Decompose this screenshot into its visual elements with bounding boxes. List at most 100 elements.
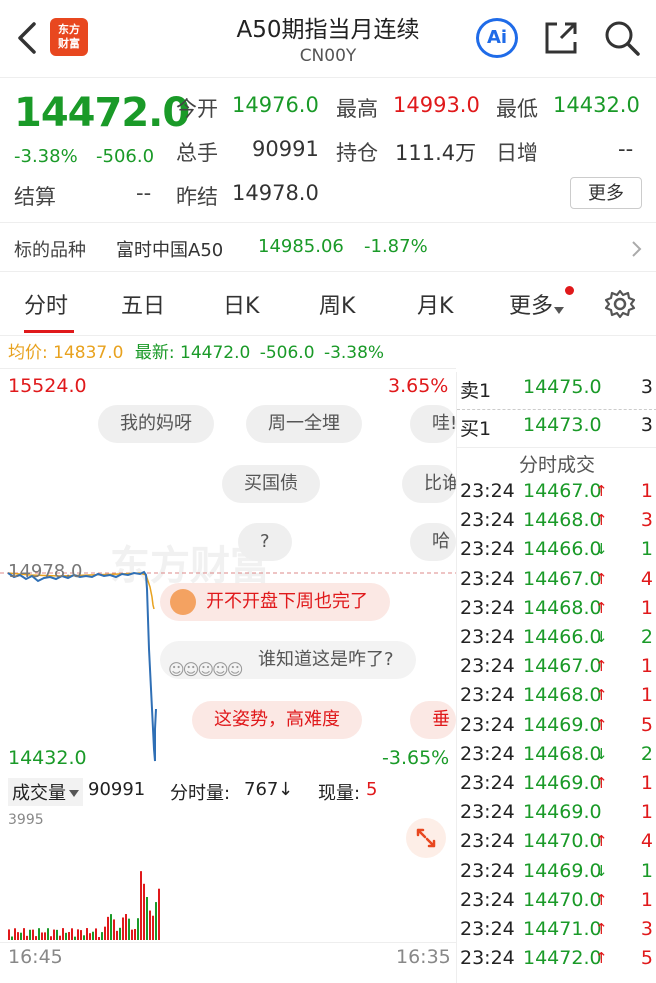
volume-bar: [38, 928, 40, 940]
volume-chart[interactable]: 3995: [0, 806, 456, 942]
open-interest-label: 持仓: [336, 141, 378, 165]
trade-direction: ↑: [595, 657, 608, 676]
trade-time: 23:24: [460, 859, 515, 882]
trade-price: 14467.0: [523, 655, 602, 678]
share-icon[interactable]: [541, 18, 581, 58]
volume-bar: [86, 928, 88, 940]
trade-price: 14468.0: [523, 684, 602, 707]
volume-bar: [41, 932, 43, 940]
bid-row[interactable]: 买1 14473.0 3: [457, 414, 656, 448]
daily-increase-value: --: [618, 137, 634, 161]
settings-gear-icon[interactable]: [604, 288, 636, 320]
page-title: A50期指当月连续: [236, 17, 420, 43]
trade-direction: ↑: [595, 569, 608, 588]
danmu-comment[interactable]: 买国债: [222, 465, 320, 503]
tick-volume-value: 767: [244, 779, 279, 800]
trade-row: 23:24 14471.0 ↑ 3: [457, 918, 656, 947]
bid-volume: 3: [640, 414, 653, 436]
more-quote-button[interactable]: 更多: [570, 177, 642, 209]
volume-bar: [128, 918, 130, 940]
avg-last-summary: 均价: 14837.0 最新: 14472.0 -506.0 -3.38%: [8, 338, 384, 363]
tab-daily-k[interactable]: 日K: [223, 288, 259, 320]
ask-label: 卖1: [460, 380, 492, 402]
volume-bar: [71, 928, 73, 940]
danmu-comment[interactable]: ☺☺☺☺☺ 谁知道这是咋了?: [160, 641, 416, 679]
trade-time: 23:24: [460, 509, 515, 532]
danmu-comment[interactable]: 我的妈呀: [98, 405, 214, 443]
volume-bar: [80, 930, 82, 940]
danmu-comment[interactable]: 哈: [410, 523, 456, 561]
trade-row: 23:24 14469.0 ↑ 5: [457, 714, 656, 743]
trade-price: 14470.0: [523, 830, 602, 853]
search-icon[interactable]: [602, 18, 642, 58]
trade-volume: 1: [640, 655, 653, 678]
trade-time: 23:24: [460, 713, 515, 736]
volume-bar: [65, 932, 67, 940]
back-arrow-icon[interactable]: [12, 20, 42, 56]
volume-bar: [26, 935, 28, 940]
trade-volume: 4: [640, 567, 653, 590]
volume-bar: [125, 914, 127, 940]
intraday-chart[interactable]: 东方财富 15524.0 3.65% 14978.0 14432.0 -3.65…: [0, 368, 456, 776]
danmu-comment[interactable]: 周一全埋: [246, 405, 362, 443]
trade-price: 14468.0: [523, 509, 602, 532]
eastmoney-logo: 东方 财富: [50, 18, 88, 56]
tab-intraday[interactable]: 分时: [24, 288, 68, 320]
tab-monthly-k[interactable]: 月K: [417, 288, 453, 320]
ask-row[interactable]: 卖1 14475.0 3: [457, 376, 656, 410]
trade-direction: ↑: [595, 920, 608, 938]
tab-more[interactable]: 更多: [509, 286, 574, 320]
trade-time: 23:24: [460, 596, 515, 619]
volume-bar: [116, 930, 118, 940]
trade-volume: 4: [640, 830, 653, 853]
volume-bar: [95, 928, 97, 940]
danmu-comment[interactable]: 这姿势，高难度: [192, 701, 362, 739]
last-change: -506.0: [259, 343, 315, 363]
danmu-comment[interactable]: ?: [238, 523, 292, 561]
tab-five-day[interactable]: 五日: [121, 288, 165, 320]
volume-bar: [101, 932, 103, 940]
danmu-comment[interactable]: 哇!: [410, 405, 456, 443]
volume-bars-svg: [8, 871, 160, 940]
danmu-comment[interactable]: 比谁: [402, 465, 456, 503]
volume-dropdown-label: 成交量: [12, 783, 66, 804]
trade-direction: ↑: [595, 949, 608, 968]
trade-price: 14469.0: [523, 801, 602, 824]
prev-settle-label: 昨结: [176, 185, 218, 209]
volume-bar: [56, 929, 58, 940]
trade-price: 14467.0: [523, 567, 602, 590]
trade-direction: ↓: [595, 744, 608, 763]
benchmark-price: 14985.06: [258, 236, 344, 257]
benchmark-percent: -1.87%: [364, 236, 428, 257]
expand-chart-button[interactable]: [406, 818, 446, 858]
volume-bar: [23, 928, 25, 940]
axis-bottom-percent: -3.65%: [382, 747, 450, 769]
trade-time: 23:24: [460, 684, 515, 707]
chevron-right-icon: [632, 241, 642, 257]
expand-icon: [416, 828, 436, 848]
trade-direction: ↑: [595, 598, 608, 617]
trade-price: 14466.0: [523, 538, 602, 561]
axis-bottom-price: 14432.0: [8, 747, 87, 769]
trade-price: 14466.0: [523, 626, 602, 648]
danmu-text: 谁知道这是咋了?: [258, 649, 394, 670]
trade-row: 23:24 14469.0 1: [457, 801, 656, 830]
trade-price: 14469.0: [523, 859, 602, 882]
tab-weekly-k[interactable]: 周K: [319, 288, 355, 320]
volume-bar: [89, 933, 91, 940]
benchmark-row[interactable]: 标的品种 富时中国A50 14985.06 -1.87%: [0, 222, 656, 272]
trade-direction: ↑: [595, 686, 608, 705]
danmu-comment-highlight[interactable]: 开不开盘下周也完了: [160, 583, 390, 621]
trade-time: 23:24: [460, 567, 515, 590]
current-volume-label: 现量:: [318, 783, 361, 804]
bid-label: 买1: [460, 418, 492, 440]
volume-bar: [152, 915, 154, 940]
volume-indicator-dropdown[interactable]: 成交量: [8, 778, 83, 806]
trade-time: 23:24: [460, 918, 515, 940]
trade-row: 23:24 14468.0 ↑ 3: [457, 509, 656, 538]
volume-bar: [134, 928, 136, 940]
danmu-comment[interactable]: 垂: [410, 701, 456, 739]
ai-assistant-icon[interactable]: Ai: [476, 18, 518, 58]
ask-price: 14475.0: [523, 376, 602, 398]
volume-bar: [158, 888, 160, 940]
